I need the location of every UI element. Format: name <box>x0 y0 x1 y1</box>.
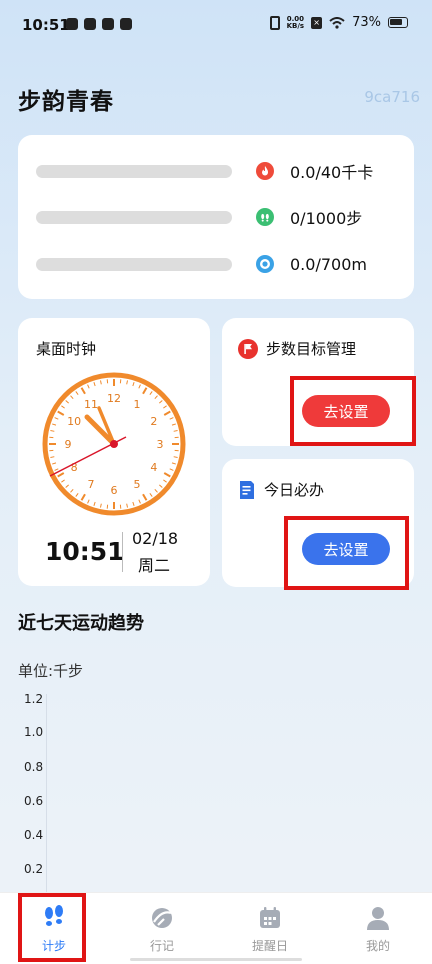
clock-number: 9 <box>65 438 72 451</box>
trend-y-axis <box>46 694 47 894</box>
step-goal-highlight-box <box>290 376 416 446</box>
user-icon <box>367 907 389 930</box>
analog-clock: 12 1234567891011 <box>42 372 186 516</box>
tab-journey[interactable]: 行记 <box>108 893 216 964</box>
trend-title: 近七天运动趋势 <box>18 613 144 634</box>
tab-label: 我的 <box>365 939 390 953</box>
link-icon <box>102 18 114 30</box>
today-todo-highlight-box <box>284 516 409 590</box>
step-goal-header: 步数目标管理 <box>238 338 356 359</box>
clock-number: 4 <box>150 461 157 474</box>
calories-value: 0.0/40千卡 <box>290 163 374 182</box>
flame-icon <box>256 162 274 180</box>
step-goal-title: 步数目标管理 <box>266 340 357 358</box>
wifi-icon <box>329 16 345 29</box>
clock-divider <box>122 532 123 572</box>
net-speed: 0.00 KB/s <box>286 15 305 30</box>
app-code: 9ca716 <box>364 88 420 106</box>
clock-number: 2 <box>150 415 157 428</box>
clock-number: 5 <box>134 478 141 491</box>
calendar-icon <box>260 907 280 928</box>
digital-time: 10:51 <box>45 537 125 566</box>
notification-icons <box>66 18 132 30</box>
footprints-icon <box>256 208 274 226</box>
planet-icon <box>152 908 172 928</box>
y-tick-label: 0.6 <box>24 794 44 808</box>
y-tick-label: 1.2 <box>24 692 44 706</box>
stat-row-distance: 0.0/700m <box>36 249 396 279</box>
stat-row-calories: 0.0/40千卡 <box>36 156 396 186</box>
distance-value: 0.0/700m <box>290 254 367 274</box>
clock-number: 10 <box>67 415 81 428</box>
app-title: 步韵青春 <box>18 89 114 115</box>
tab-step-count-highlight-box <box>18 893 86 962</box>
clock-number: 11 <box>84 398 98 411</box>
steps-value: 0/1000步 <box>290 209 363 228</box>
tab-reminder-day[interactable]: 提醒日 <box>216 893 324 964</box>
tiktok-icon <box>66 18 78 30</box>
home-indicator <box>130 958 302 961</box>
distance-progress-bar <box>36 257 232 271</box>
vibrate-icon <box>269 15 280 30</box>
tab-label: 行记 <box>149 939 174 953</box>
steps-progress-bar <box>36 210 232 224</box>
close-box-icon: × <box>311 16 323 29</box>
clock-number: 3 <box>157 438 164 451</box>
desktop-clock-card[interactable]: 桌面时钟 12 1 2 3 4 5 6 7 8 9 10 11 10:51 02/18 周二 <box>18 318 210 586</box>
y-tick-label: 1.0 <box>24 725 44 739</box>
stat-row-steps: 0/1000步 <box>36 202 396 232</box>
y-tick-label: 0.4 <box>24 828 44 842</box>
battery-icon <box>388 17 408 28</box>
app-notification-icon <box>84 18 96 30</box>
y-tick-label: 0.2 <box>24 862 44 876</box>
y-tick-label: 0.8 <box>24 760 44 774</box>
status-time: 10:51 <box>22 16 70 34</box>
clock-center-dot <box>110 440 118 448</box>
today-todo-header: 今日必办 <box>238 479 324 500</box>
clock-number: 12 <box>107 392 121 405</box>
target-icon <box>256 255 274 273</box>
tab-label: 提醒日 <box>251 939 288 953</box>
document-icon <box>240 480 254 499</box>
clock-number: 6 <box>111 484 118 497</box>
tab-mine[interactable]: 我的 <box>324 893 432 964</box>
calories-progress-bar <box>36 164 232 178</box>
clock-card-title: 桌面时钟 <box>36 340 97 358</box>
trend-unit-label: 单位:千步 <box>18 662 84 680</box>
digital-date: 02/18 <box>132 529 179 548</box>
stats-card: 0.0/40千卡 0/1000步 0.0/700m <box>18 135 414 299</box>
flag-icon <box>238 338 258 359</box>
clock-number: 7 <box>88 478 95 491</box>
today-todo-title: 今日必办 <box>264 481 325 499</box>
digital-weekday: 周二 <box>138 556 171 575</box>
message-icon <box>120 18 132 30</box>
status-bar: 10:51 0.00 KB/s × 73% <box>0 0 432 52</box>
status-right: 0.00 KB/s × 73% <box>269 15 408 30</box>
battery-percent: 73% <box>352 15 381 30</box>
net-speed-unit: KB/s <box>286 21 305 30</box>
clock-number: 1 <box>134 398 141 411</box>
